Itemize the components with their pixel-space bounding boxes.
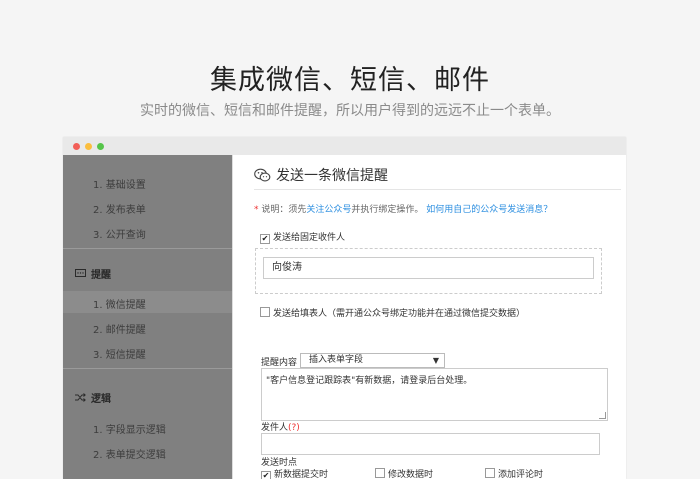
instruction-note: * 说明：须先关注公众号并执行绑定操作。 如何用自己的公众号发送消息？ bbox=[254, 202, 552, 215]
required-asterisk: * bbox=[254, 205, 259, 215]
page-title: 发送一条微信提醒 bbox=[254, 165, 388, 187]
maximize-window-icon[interactable] bbox=[97, 143, 104, 150]
sidebar-active-highlight bbox=[63, 291, 232, 313]
shuffle-icon bbox=[75, 393, 87, 405]
content-textarea[interactable]: "客户信息登记跟踪表"有新数据，请登录后台处理。 bbox=[261, 368, 608, 421]
send-time-option-label: 修改数据时 bbox=[388, 470, 434, 479]
dropdown-arrow-icon: ▼ bbox=[432, 356, 439, 365]
send-time-checkbox[interactable]: ✔ bbox=[261, 471, 271, 479]
hero-title: 集成微信、短信、邮件 bbox=[210, 65, 490, 96]
sidebar-group-label: 提醒 bbox=[91, 270, 111, 281]
follow-official-account-link[interactable]: 关注公众号 bbox=[306, 205, 351, 215]
sender-input[interactable] bbox=[261, 433, 600, 455]
minimize-window-icon[interactable] bbox=[85, 143, 92, 150]
wechat-icon bbox=[254, 168, 271, 187]
form-filler-checkbox[interactable] bbox=[260, 307, 270, 317]
sidebar-item-submit-logic[interactable]: 2. 表单提交逻辑 bbox=[93, 446, 166, 461]
sidebar-divider bbox=[63, 368, 232, 369]
note-middle: 并执行绑定操作。 bbox=[351, 205, 424, 215]
send-time-option-new-data[interactable]: ✔ 新数据提交时 bbox=[261, 467, 328, 479]
send-time-option-comment[interactable]: 添加评论时 bbox=[485, 467, 543, 479]
fixed-recipient-label: 发送给固定收件人 bbox=[273, 233, 346, 243]
fixed-recipient-checkbox[interactable]: ✔ bbox=[260, 234, 270, 244]
form-filler-option[interactable]: 发送给填表人（需开通公众号绑定功能并在通过微信提交数据） bbox=[260, 306, 525, 319]
close-window-icon[interactable] bbox=[73, 143, 80, 150]
sender-label: 发件人(?) bbox=[261, 420, 300, 433]
window-titlebar bbox=[63, 137, 626, 155]
own-account-help-link[interactable]: 如何用自己的公众号发送消息？ bbox=[426, 205, 552, 215]
sidebar-item-publish-form[interactable]: 2. 发布表单 bbox=[93, 201, 146, 216]
recipient-input[interactable]: 向俊涛 bbox=[263, 257, 594, 279]
sidebar-item-basic-settings[interactable]: 1. 基础设置 bbox=[93, 176, 146, 191]
app-window: 1. 基础设置 2. 发布表单 3. 公开查询 提醒 1. 微信提醒 2. 邮件… bbox=[63, 137, 626, 479]
send-time-option-modify[interactable]: 修改数据时 bbox=[375, 467, 433, 479]
recipient-area: 向俊涛 bbox=[255, 248, 602, 294]
sidebar-item-sms-reminder[interactable]: 3. 短信提醒 bbox=[93, 346, 146, 361]
sidebar-item-email-reminder[interactable]: 2. 邮件提醒 bbox=[93, 321, 146, 336]
hero-subtitle: 实时的微信、短信和邮件提醒，所以用户得到的远远不止一个表单。 bbox=[140, 103, 560, 119]
title-divider bbox=[254, 189, 621, 190]
send-time-checkbox[interactable] bbox=[375, 468, 385, 478]
insert-field-select[interactable]: 插入表单字段 ▼ bbox=[300, 353, 445, 368]
sender-help-icon[interactable]: (?) bbox=[288, 423, 300, 433]
note-prefix: 说明：须先 bbox=[261, 205, 307, 215]
sidebar-divider bbox=[63, 248, 232, 249]
main-panel: 发送一条微信提醒 * 说明：须先关注公众号并执行绑定操作。 如何用自己的公众号发… bbox=[233, 155, 626, 479]
content-label: 提醒内容 bbox=[261, 358, 298, 368]
sidebar-item-field-display-logic[interactable]: 1. 字段显示逻辑 bbox=[93, 421, 166, 436]
page-title-text: 发送一条微信提醒 bbox=[276, 168, 388, 184]
content-textarea-value: "客户信息登记跟踪表"有新数据，请登录后台处理。 bbox=[266, 376, 473, 386]
fixed-recipient-option[interactable]: ✔ 发送给固定收件人 bbox=[260, 230, 345, 244]
send-time-checkbox[interactable] bbox=[485, 468, 495, 478]
insert-field-select-value: 插入表单字段 bbox=[309, 355, 364, 365]
form-filler-label: 发送给填表人（需开通公众号绑定功能并在通过微信提交数据） bbox=[273, 309, 526, 319]
sidebar: 1. 基础设置 2. 发布表单 3. 公开查询 提醒 1. 微信提醒 2. 邮件… bbox=[63, 155, 232, 479]
sidebar-item-wechat-reminder[interactable]: 1. 微信提醒 bbox=[93, 296, 146, 311]
sender-label-text: 发件人 bbox=[261, 423, 289, 433]
send-time-option-label: 新数据提交时 bbox=[274, 470, 329, 479]
sidebar-item-public-query[interactable]: 3. 公开查询 bbox=[93, 226, 146, 241]
sidebar-group-reminders[interactable]: 提醒 bbox=[75, 266, 111, 281]
sidebar-group-label: 逻辑 bbox=[91, 394, 111, 405]
resize-handle-icon[interactable] bbox=[599, 412, 606, 419]
message-box-icon bbox=[75, 269, 87, 281]
send-time-option-label: 添加评论时 bbox=[498, 470, 544, 479]
sidebar-group-logic[interactable]: 逻辑 bbox=[75, 390, 111, 405]
